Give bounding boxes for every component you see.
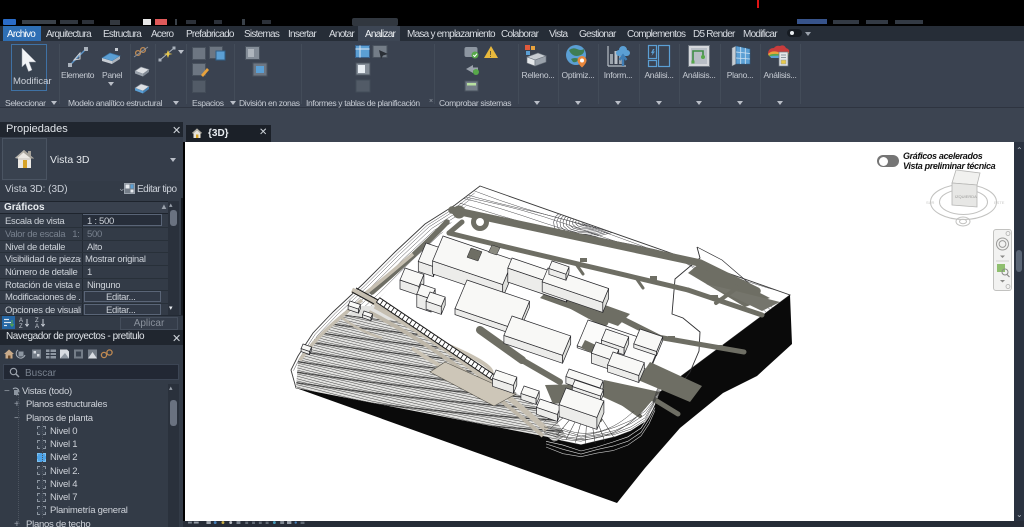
svg-text:IZQUIERDA: IZQUIERDA	[955, 194, 977, 199]
svg-text:Z: Z	[19, 324, 23, 328]
svg-text:SUR: SUR	[926, 200, 935, 205]
svg-text:ESTE: ESTE	[994, 200, 1005, 205]
svg-text:A: A	[35, 324, 39, 328]
svg-text:!: !	[490, 50, 492, 59]
